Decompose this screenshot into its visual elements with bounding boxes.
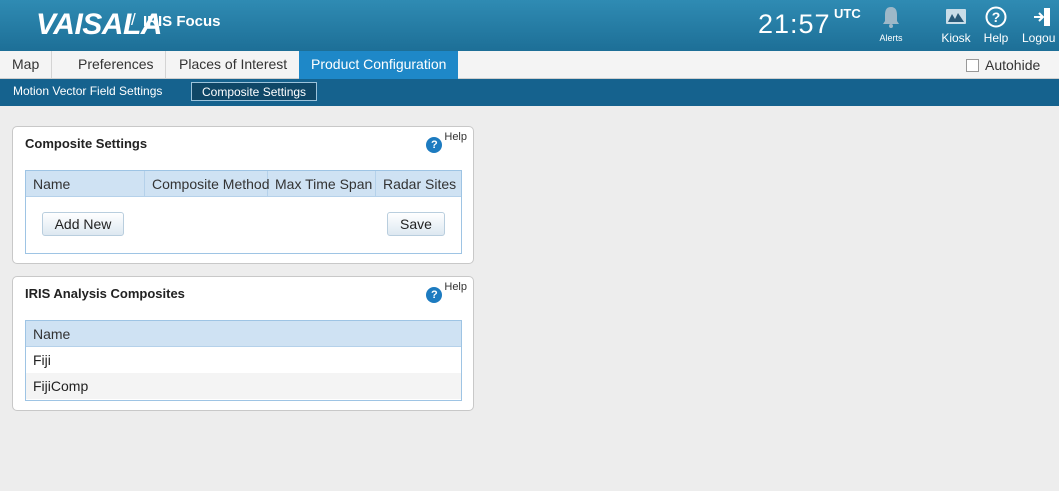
- app-header: VAISALA / IRIS Focus 21:57 UTC Alerts Ki…: [0, 0, 1059, 51]
- clock-time: 21:57: [758, 9, 831, 39]
- save-button[interactable]: Save: [387, 212, 445, 236]
- tab-preferences[interactable]: Preferences: [66, 51, 167, 78]
- column-header-radar-sites[interactable]: Radar Sites: [376, 171, 461, 196]
- iris-analysis-composites-panel: IRIS Analysis Composites ? Help Name Fij…: [12, 276, 474, 411]
- table-row[interactable]: FijiComp: [26, 373, 461, 399]
- column-header-max-time-span[interactable]: Max Time Span: [268, 171, 376, 196]
- logout-label: Logou: [1022, 31, 1056, 45]
- subtab-motion-vector-field-settings[interactable]: Motion Vector Field Settings: [3, 82, 172, 101]
- panel-title: IRIS Analysis Composites: [25, 286, 185, 301]
- main-tab-bar: Map Preferences Places of Interest Produ…: [0, 51, 1059, 79]
- help-label: Help: [983, 31, 1009, 45]
- kiosk-button[interactable]: Kiosk: [936, 0, 976, 51]
- panel-help-link[interactable]: ? Help: [426, 131, 467, 153]
- autohide-checkbox[interactable]: [966, 58, 979, 72]
- composite-settings-panel: Composite Settings ? Help Name Composite…: [12, 126, 474, 264]
- logout-button[interactable]: Logou: [1012, 0, 1059, 51]
- column-header-name[interactable]: Name: [26, 171, 145, 196]
- tab-places-of-interest[interactable]: Places of Interest: [167, 51, 301, 78]
- alerts-label: Alerts: [879, 33, 903, 43]
- autohide-label: Autohide: [985, 57, 1041, 73]
- sub-tab-bar: Motion Vector Field Settings Composite S…: [0, 79, 1059, 106]
- table-header: Name Composite Method Max Time Span Rada…: [26, 171, 461, 197]
- composite-settings-table: Name Composite Method Max Time Span Rada…: [25, 170, 462, 254]
- panel-help-link[interactable]: ? Help: [426, 281, 467, 303]
- tab-map[interactable]: Map: [0, 51, 53, 78]
- help-link-label: Help: [444, 281, 467, 293]
- logo-separator: /: [131, 10, 136, 29]
- autohide-toggle[interactable]: Autohide: [966, 57, 1040, 73]
- subtab-composite-settings[interactable]: Composite Settings: [191, 82, 318, 101]
- iris-composites-table: Name Fiji FijiComp: [25, 320, 462, 401]
- clock-timezone: UTC: [834, 6, 861, 21]
- alerts-button[interactable]: Alerts: [872, 0, 910, 51]
- help-icon: ?: [426, 137, 443, 153]
- help-button[interactable]: ? Help: [980, 0, 1012, 51]
- column-header-name[interactable]: Name: [26, 321, 461, 346]
- table-header: Name: [26, 321, 461, 347]
- question-icon: ?: [985, 6, 1007, 28]
- tab-product-configuration[interactable]: Product Configuration: [299, 51, 459, 79]
- kiosk-icon: [946, 9, 966, 24]
- kiosk-label: Kiosk: [941, 31, 971, 45]
- table-row[interactable]: Fiji: [26, 347, 461, 373]
- panel-title: Composite Settings: [25, 136, 148, 151]
- svg-text:?: ?: [992, 9, 1001, 25]
- column-header-composite-method[interactable]: Composite Method: [145, 171, 270, 196]
- logout-icon: [1033, 8, 1050, 26]
- help-icon: ?: [426, 287, 443, 303]
- help-link-label: Help: [444, 131, 467, 143]
- product-name: IRIS Focus: [143, 13, 221, 30]
- bell-icon: [883, 7, 899, 28]
- add-new-button[interactable]: Add New: [42, 212, 124, 236]
